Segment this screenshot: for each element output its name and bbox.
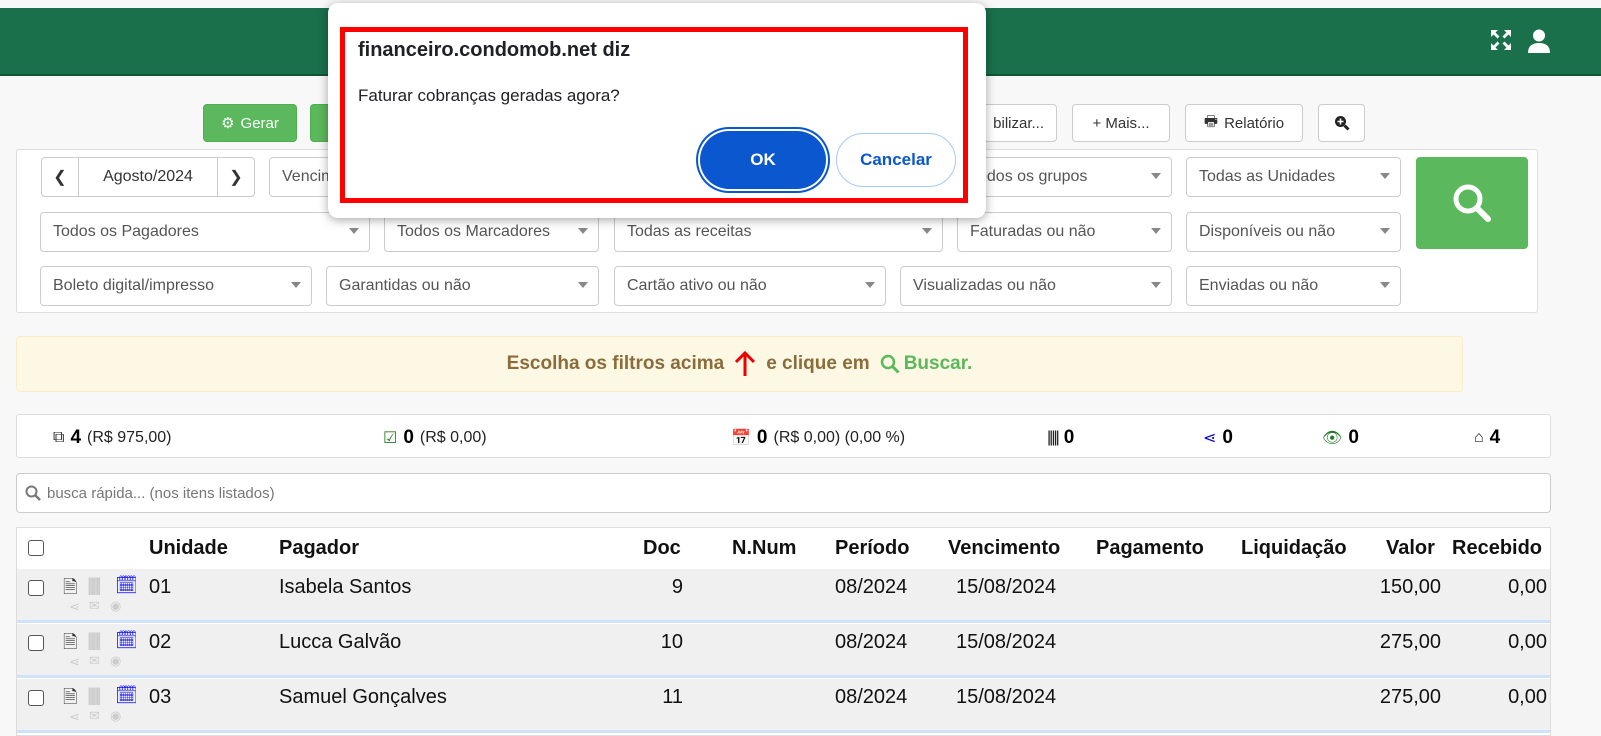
mais-button[interactable]: + Mais...: [1072, 104, 1170, 142]
eye-icon[interactable]: ◉: [110, 598, 121, 614]
quick-search-input[interactable]: busca rápida... (nos itens listados): [16, 473, 1551, 513]
table-row[interactable]: 🗎 ||||||| 🗓 ⋖ ✉ ◉ 03 Samuel Gonçalves 11 08/…: [17, 679, 1550, 733]
stats-bar: ⧉ 4 (R$ 975,00) ☑ 0 (R$ 0,00) 📅 0 (R$ 0,00) (0…: [16, 414, 1551, 458]
envelope-icon[interactable]: ✉: [89, 708, 100, 724]
cell-pagador: Lucca Galvão: [279, 631, 402, 653]
dialog-message: Faturar cobranças geradas agora?: [358, 86, 620, 105]
cell-periodo: 08/2024: [835, 576, 908, 598]
copy-icon: ⧉: [53, 429, 65, 446]
barcode-icon[interactable]: |||||||: [87, 575, 102, 596]
month-display: Agosto/2024: [78, 157, 218, 197]
arrow-up-icon: [735, 351, 756, 376]
header-periodo[interactable]: Período: [835, 537, 909, 560]
visualizadas-select[interactable]: Visualizadas ou não: [900, 266, 1172, 306]
row-checkbox[interactable]: [28, 580, 44, 596]
cell-doc: 9: [671, 576, 683, 598]
envelope-icon[interactable]: ✉: [89, 598, 100, 614]
header-pagador[interactable]: Pagador: [279, 537, 359, 560]
marcadores-select[interactable]: Todos os Marcadores: [384, 212, 599, 252]
header-recebido[interactable]: Recebido: [1452, 537, 1542, 560]
header-vencimento[interactable]: Vencimento: [948, 537, 1060, 560]
header-valor[interactable]: Valor: [1386, 537, 1435, 560]
boleto-select[interactable]: Boleto digital/impresso: [40, 266, 312, 306]
expand-icon[interactable]: [1490, 29, 1512, 57]
charges-table: Unidade Pagador Doc N.Num Período Vencim…: [16, 527, 1551, 736]
cell-vencimento: 15/08/2024: [956, 631, 1057, 653]
check-square-icon: ☑: [383, 430, 398, 447]
cell-recebido: 0,00: [1508, 686, 1547, 708]
home-icon: ⌂: [1474, 429, 1484, 446]
print-icon: 🖶: [1203, 112, 1219, 130]
garantidas-select[interactable]: Garantidas ou não: [326, 266, 599, 306]
prev-month-button[interactable]: ❮: [41, 157, 79, 197]
cell-recebido: 0,00: [1508, 631, 1547, 653]
envelope-icon[interactable]: ✉: [89, 653, 100, 669]
cell-valor: 150,00: [1379, 576, 1441, 598]
dialog-title: financeiro.condomob.net diz: [358, 39, 631, 61]
ok-button[interactable]: OK: [700, 131, 826, 189]
zoom-in-icon: [1334, 116, 1350, 131]
user-icon[interactable]: [1528, 29, 1550, 59]
cell-valor: 275,00: [1379, 686, 1441, 708]
search-icon: [1453, 184, 1491, 222]
header-liquidacao[interactable]: Liquidação: [1241, 537, 1347, 560]
cancel-button[interactable]: Cancelar: [836, 133, 956, 187]
cell-periodo: 08/2024: [835, 631, 908, 653]
share-icon: ⋖: [1203, 430, 1217, 447]
search-button[interactable]: [1416, 157, 1528, 249]
select-all-checkbox[interactable]: [28, 540, 44, 556]
table-row[interactable]: 🗎 ||||||| 🗓 ⋖ ✉ ◉ 01 Isabela Santos 9 08/202…: [17, 569, 1550, 623]
calendar-check-icon[interactable]: 🗓: [115, 575, 138, 596]
relatorio-button[interactable]: 🖶 Relatório: [1185, 104, 1303, 142]
calendar-check-icon[interactable]: 🗓: [115, 630, 138, 651]
search-icon: [880, 354, 900, 374]
receitas-select[interactable]: Todas as receitas: [614, 212, 943, 252]
enviadas-select[interactable]: Enviadas ou não: [1186, 266, 1401, 306]
header-unidade[interactable]: Unidade: [149, 537, 228, 560]
share-icon[interactable]: ⋖: [69, 599, 80, 615]
eye-icon: 👁: [1322, 430, 1343, 447]
cell-unidade: 01: [149, 576, 172, 598]
cell-vencimento: 15/08/2024: [956, 686, 1057, 708]
gear-icon: ⚙: [221, 115, 235, 132]
cell-unidade: 03: [149, 686, 172, 708]
row-checkbox[interactable]: [28, 690, 44, 706]
barcode-icon: |||||: [1047, 429, 1060, 446]
share-icon[interactable]: ⋖: [69, 654, 80, 670]
barcode-icon[interactable]: |||||||: [87, 685, 102, 706]
disponiveis-select[interactable]: Disponíveis ou não: [1186, 212, 1401, 252]
header-nnum[interactable]: N.Num: [732, 537, 796, 560]
cell-vencimento: 15/08/2024: [956, 576, 1057, 598]
cell-unidade: 02: [149, 631, 172, 653]
header-doc[interactable]: Doc: [643, 537, 681, 560]
eye-icon[interactable]: ◉: [110, 653, 121, 669]
table-row[interactable]: 🗎 ||||||| 🗓 ⋖ ✉ ◉ 02 Lucca Galvão 10 08/2024…: [17, 624, 1550, 678]
row-checkbox[interactable]: [28, 635, 44, 651]
zoom-in-button[interactable]: [1318, 104, 1365, 142]
cell-pagador: Samuel Gonçalves: [279, 686, 447, 708]
search-icon: [25, 485, 41, 501]
barcode-icon[interactable]: |||||||: [87, 630, 102, 651]
cartao-select[interactable]: Cartão ativo ou não: [614, 266, 886, 306]
cell-periodo: 08/2024: [835, 686, 908, 708]
cell-doc: 10: [660, 631, 683, 653]
cell-doc: 11: [662, 686, 683, 708]
grupos-select[interactable]: Todos os grupos: [957, 157, 1172, 197]
pagadores-select[interactable]: Todos os Pagadores: [40, 212, 370, 252]
eye-icon[interactable]: ◉: [110, 708, 121, 724]
share-icon[interactable]: ⋖: [69, 709, 80, 725]
cell-valor: 275,00: [1379, 631, 1441, 653]
faturadas-select[interactable]: Faturadas ou não: [957, 212, 1172, 252]
calendar-check-icon[interactable]: 🗓: [115, 685, 138, 706]
unidades-select[interactable]: Todas as Unidades: [1186, 157, 1401, 197]
next-month-button[interactable]: ❯: [217, 157, 255, 197]
gerar-button[interactable]: ⚙ Gerar: [203, 104, 297, 142]
calendar-icon: 📅: [731, 430, 751, 447]
cell-recebido: 0,00: [1508, 576, 1547, 598]
cell-pagador: Isabela Santos: [279, 576, 412, 598]
filter-hint-alert: Escolha os filtros acima e clique em Bus…: [16, 336, 1463, 392]
header-pagamento[interactable]: Pagamento: [1096, 537, 1204, 560]
